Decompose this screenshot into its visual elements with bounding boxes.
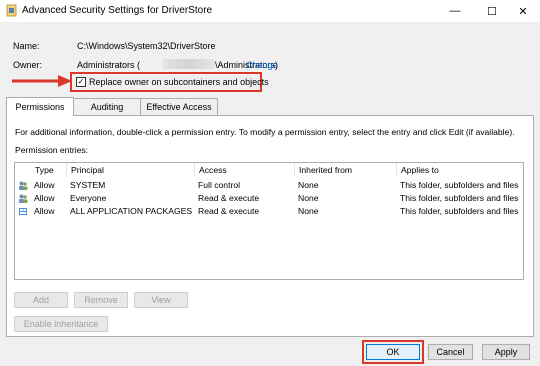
row-type: Allow	[34, 206, 55, 216]
row-access: Read & execute	[198, 206, 260, 216]
table-row[interactable]: Allow Everyone Read & execute None This …	[15, 192, 523, 205]
info-text: For additional information, double-click…	[15, 127, 515, 137]
remove-button[interactable]: Remove	[74, 292, 128, 308]
red-arrow-annotation-icon	[12, 75, 72, 87]
name-label: Name:	[13, 41, 40, 51]
row-inherited-from: None	[298, 180, 319, 190]
row-principal: Everyone	[70, 193, 107, 203]
name-value: C:\Windows\System32\DriverStore	[77, 41, 216, 51]
permission-entries-label: Permission entries:	[15, 145, 89, 155]
table-row[interactable]: Allow SYSTEM Full control None This fold…	[15, 179, 523, 192]
replace-owner-label[interactable]: Replace owner on subcontainers and objec…	[89, 77, 269, 87]
packages-icon	[19, 208, 27, 215]
apply-button[interactable]: Apply	[482, 344, 530, 360]
enable-inheritance-button[interactable]: Enable inheritance	[14, 316, 108, 332]
row-principal: SYSTEM	[70, 180, 106, 190]
security-shield-icon	[6, 4, 17, 17]
replace-owner-checkbox[interactable]: ✓	[76, 77, 86, 87]
row-applies-to: This folder, subfolders and files	[400, 180, 519, 190]
cancel-button[interactable]: Cancel	[428, 344, 473, 360]
owner-label: Owner:	[13, 60, 43, 70]
row-access: Read & execute	[198, 193, 260, 203]
tab-permissions[interactable]: Permissions	[6, 97, 74, 116]
users-icon	[19, 194, 28, 203]
row-access: Full control	[198, 180, 241, 190]
row-applies-to: This folder, subfolders and files	[400, 193, 519, 203]
window-title: Advanced Security Settings for DriverSto…	[22, 5, 213, 16]
row-type: Allow	[34, 193, 55, 203]
row-inherited-from: None	[298, 193, 319, 203]
minimize-button[interactable]: —	[438, 0, 472, 22]
column-header-type[interactable]: Type	[31, 163, 67, 177]
view-button[interactable]: View	[134, 292, 188, 308]
row-applies-to: This folder, subfolders and files	[400, 206, 519, 216]
row-principal: ALL APPLICATION PACKAGES	[70, 206, 193, 216]
maximize-button[interactable]: ☐	[475, 0, 509, 22]
tab-auditing[interactable]: Auditing	[73, 98, 141, 115]
ok-button[interactable]: OK	[366, 344, 420, 360]
row-inherited-from: None	[298, 206, 319, 216]
tab-strip: Permissions Auditing Effective Access	[6, 97, 534, 116]
permission-entries-table[interactable]: Type Principal Access Inherited from App…	[14, 162, 524, 280]
table-row[interactable]: Allow ALL APPLICATION PACKAGES Read & ex…	[15, 205, 523, 218]
add-button[interactable]: Add	[14, 292, 68, 308]
owner-value-prefix: Administrators (	[77, 60, 141, 70]
row-type: Allow	[34, 180, 55, 190]
checkmark-icon: ✓	[77, 77, 85, 86]
column-header-inherited-from[interactable]: Inherited from	[295, 163, 397, 177]
column-header-principal[interactable]: Principal	[67, 163, 195, 177]
close-button[interactable]: ✕	[506, 0, 540, 22]
users-icon	[19, 181, 28, 190]
redacted-owner-name	[163, 59, 215, 69]
tab-effective-access[interactable]: Effective Access	[140, 98, 218, 115]
owner-change-link[interactable]: Change	[246, 60, 278, 70]
column-header-access[interactable]: Access	[195, 163, 295, 177]
column-header-applies-to[interactable]: Applies to	[397, 163, 523, 177]
